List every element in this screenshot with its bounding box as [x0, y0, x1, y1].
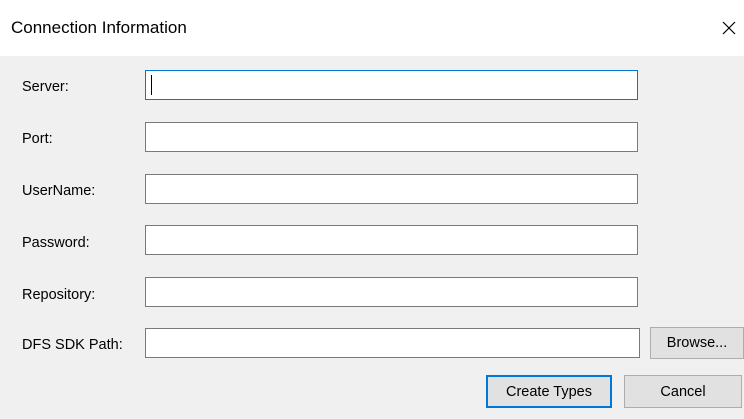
- username-label: UserName:: [22, 183, 96, 199]
- port-input[interactable]: [145, 122, 638, 152]
- repository-label: Repository:: [22, 287, 96, 303]
- server-input[interactable]: [145, 70, 638, 100]
- connection-information-dialog: Connection Information Server: Port: Use…: [0, 0, 744, 419]
- close-icon: [722, 21, 736, 35]
- cancel-button[interactable]: Cancel: [624, 375, 742, 408]
- password-label: Password:: [22, 235, 90, 251]
- dfs-sdk-path-label: DFS SDK Path:: [22, 337, 123, 353]
- password-input[interactable]: [145, 225, 638, 255]
- close-button[interactable]: [714, 10, 744, 46]
- create-types-button[interactable]: Create Types: [486, 375, 612, 408]
- username-input[interactable]: [145, 174, 638, 204]
- window-title: Connection Information: [11, 18, 187, 37]
- server-label: Server:: [22, 79, 69, 95]
- dfs-sdk-path-input[interactable]: [145, 328, 640, 358]
- title-bar: Connection Information: [0, 0, 744, 56]
- repository-input[interactable]: [145, 277, 638, 307]
- port-label: Port:: [22, 131, 53, 147]
- text-caret: [151, 75, 152, 95]
- browse-button[interactable]: Browse...: [650, 327, 744, 359]
